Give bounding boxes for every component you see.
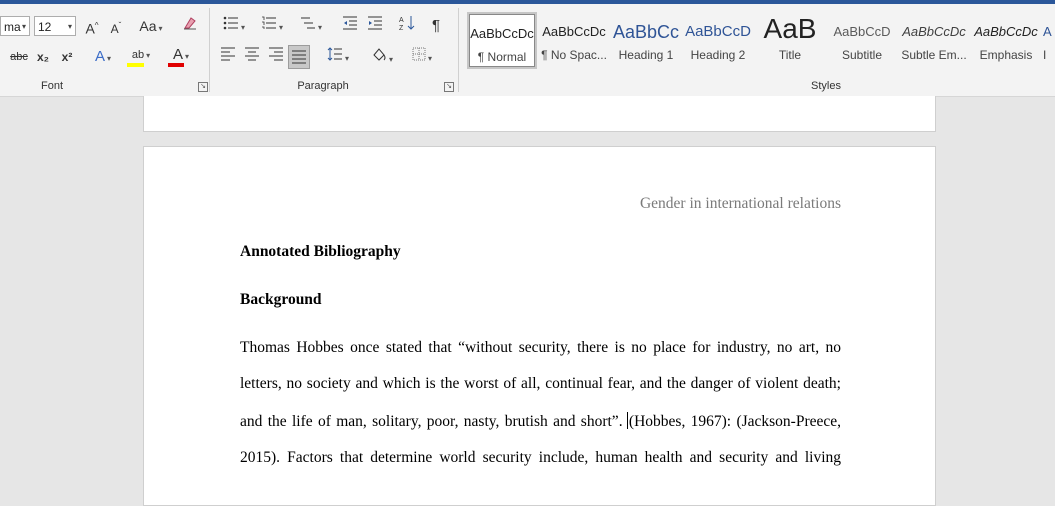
font-name-combo[interactable]: ma ▾ bbox=[0, 16, 30, 36]
strikethrough-button[interactable]: abc bbox=[8, 46, 30, 68]
styles-group-label: Styles bbox=[811, 80, 841, 92]
chevron-down-icon: ▾ bbox=[388, 55, 393, 64]
font-size-value: 12 bbox=[38, 20, 52, 34]
section-heading: Background bbox=[240, 291, 322, 308]
font-size-combo[interactable]: 12 ▾ bbox=[34, 16, 76, 36]
font-color-button[interactable]: A ▾ bbox=[164, 44, 198, 67]
align-left-icon bbox=[221, 47, 235, 61]
shading-icon bbox=[373, 48, 386, 61]
numbering-icon bbox=[261, 16, 276, 29]
group-divider bbox=[458, 8, 459, 92]
decrease-indent-icon bbox=[343, 16, 357, 30]
style-heading-1[interactable]: AaBbCc Heading 1 bbox=[611, 12, 681, 69]
justify-icon bbox=[292, 50, 306, 64]
borders-button[interactable]: ▾ bbox=[406, 46, 438, 68]
style-no-spacing[interactable]: AaBbCcDc ¶ No Spac... bbox=[539, 12, 609, 69]
body-text-line: 2015). Factors that determine world secu… bbox=[240, 449, 841, 466]
borders-icon bbox=[412, 47, 426, 61]
increase-indent-icon bbox=[368, 16, 382, 30]
subscript-button[interactable]: x₂ bbox=[34, 46, 52, 68]
line-spacing-icon bbox=[327, 47, 342, 61]
style-subtle-emphasis[interactable]: AaBbCcDc Subtle Em... bbox=[899, 12, 969, 69]
styles-gallery: AaBbCcDc ¶ Normal AaBbCcDc ¶ No Spac... … bbox=[467, 12, 1055, 70]
decrease-indent-button[interactable] bbox=[340, 15, 360, 37]
font-name-value: ma bbox=[4, 20, 21, 34]
paragraph-group-label: Paragraph bbox=[297, 80, 349, 92]
font-group-label: Font bbox=[40, 80, 63, 92]
font-dialog-launcher-icon[interactable]: ↘ bbox=[198, 82, 208, 92]
title-bar-edge bbox=[0, 0, 1055, 4]
chevron-down-icon: ▾ bbox=[146, 51, 151, 60]
text-effects-button[interactable]: A ▾ bbox=[86, 46, 120, 68]
chevron-down-icon: ▾ bbox=[240, 23, 245, 32]
multilevel-list-icon bbox=[300, 17, 315, 29]
chevron-down-icon: ▾ bbox=[344, 54, 349, 63]
document-title: Annotated Bibliography bbox=[240, 243, 401, 260]
bullets-icon bbox=[223, 16, 238, 30]
font-color-swatch bbox=[168, 63, 184, 67]
chevron-down-icon: ▾ bbox=[427, 54, 432, 63]
superscript-button[interactable]: x² bbox=[58, 46, 76, 68]
justify-button[interactable] bbox=[288, 45, 310, 69]
text-highlight-button[interactable]: ab ▾ bbox=[126, 44, 156, 67]
body-text-line: Thomas Hobbes once stated that “without … bbox=[240, 339, 841, 356]
ribbon: ma ▾ 12 ▾ A^ Aˇ Aa ▾ abc x₂ x² A ▾ ab ▾ A ▾ … bbox=[0, 0, 1055, 97]
style-intense-emphasis[interactable]: A I bbox=[1043, 12, 1055, 69]
align-center-button[interactable] bbox=[242, 46, 262, 68]
group-divider bbox=[209, 8, 210, 92]
style-heading-2[interactable]: AaBbCcD Heading 2 bbox=[683, 12, 753, 69]
body-text-segment: and the life of man, solitary, poor, nas… bbox=[240, 413, 623, 430]
clear-formatting-button[interactable] bbox=[180, 15, 200, 37]
body-text-line: letters, no society and which is the wor… bbox=[240, 375, 841, 392]
previous-page-bottom bbox=[143, 96, 936, 132]
style-emphasis[interactable]: AaBbCcDc Emphasis bbox=[971, 12, 1041, 69]
align-right-button[interactable] bbox=[266, 46, 286, 68]
style-title[interactable]: AaB Title bbox=[755, 12, 825, 69]
numbering-button[interactable]: ▾ bbox=[257, 15, 287, 37]
chevron-down-icon: ▾ bbox=[158, 24, 163, 33]
running-header: Gender in international relations bbox=[639, 195, 841, 212]
paragraph-dialog-launcher-icon[interactable]: ↘ bbox=[444, 82, 454, 92]
style-subtitle[interactable]: AaBbCcD Subtitle bbox=[827, 12, 897, 69]
style-normal[interactable]: AaBbCcDc ¶ Normal bbox=[467, 12, 537, 69]
svg-text:A: A bbox=[399, 17, 404, 24]
increase-indent-button[interactable] bbox=[365, 15, 385, 37]
change-case-button[interactable]: Aa ▾ bbox=[134, 15, 168, 37]
chevron-down-icon: ▾ bbox=[107, 54, 112, 63]
body-text-line-with-caret: and the life of man, solitary, poor, nas… bbox=[240, 412, 841, 431]
line-spacing-button[interactable]: ▾ bbox=[322, 46, 354, 68]
shrink-font-button[interactable]: Aˇ bbox=[106, 15, 126, 37]
align-left-button[interactable] bbox=[218, 46, 238, 68]
align-right-icon bbox=[269, 47, 283, 61]
sort-icon: AZ bbox=[399, 16, 415, 32]
shading-button[interactable]: ▾ bbox=[366, 46, 398, 68]
body-text-segment: (Hobbes, 1967): (Jackson-Preece, bbox=[628, 413, 842, 430]
align-center-icon bbox=[245, 47, 259, 61]
show-formatting-marks-button[interactable]: ¶ bbox=[426, 15, 446, 37]
chevron-down-icon: ▾ bbox=[278, 23, 283, 32]
clear-formatting-icon bbox=[184, 17, 196, 30]
highlight-color-swatch bbox=[127, 63, 144, 67]
svg-text:Z: Z bbox=[399, 25, 404, 31]
multilevel-list-button[interactable]: ▾ bbox=[296, 15, 326, 37]
chevron-down-icon: ▾ bbox=[185, 52, 190, 61]
chevron-down-icon: ▾ bbox=[21, 22, 26, 31]
chevron-down-icon: ▾ bbox=[317, 23, 322, 32]
text-cursor bbox=[626, 412, 628, 429]
bullets-button[interactable]: ▾ bbox=[219, 15, 249, 37]
sort-button[interactable]: AZ bbox=[397, 15, 417, 37]
grow-font-button[interactable]: A^ bbox=[82, 15, 102, 37]
chevron-down-icon: ▾ bbox=[67, 22, 72, 31]
